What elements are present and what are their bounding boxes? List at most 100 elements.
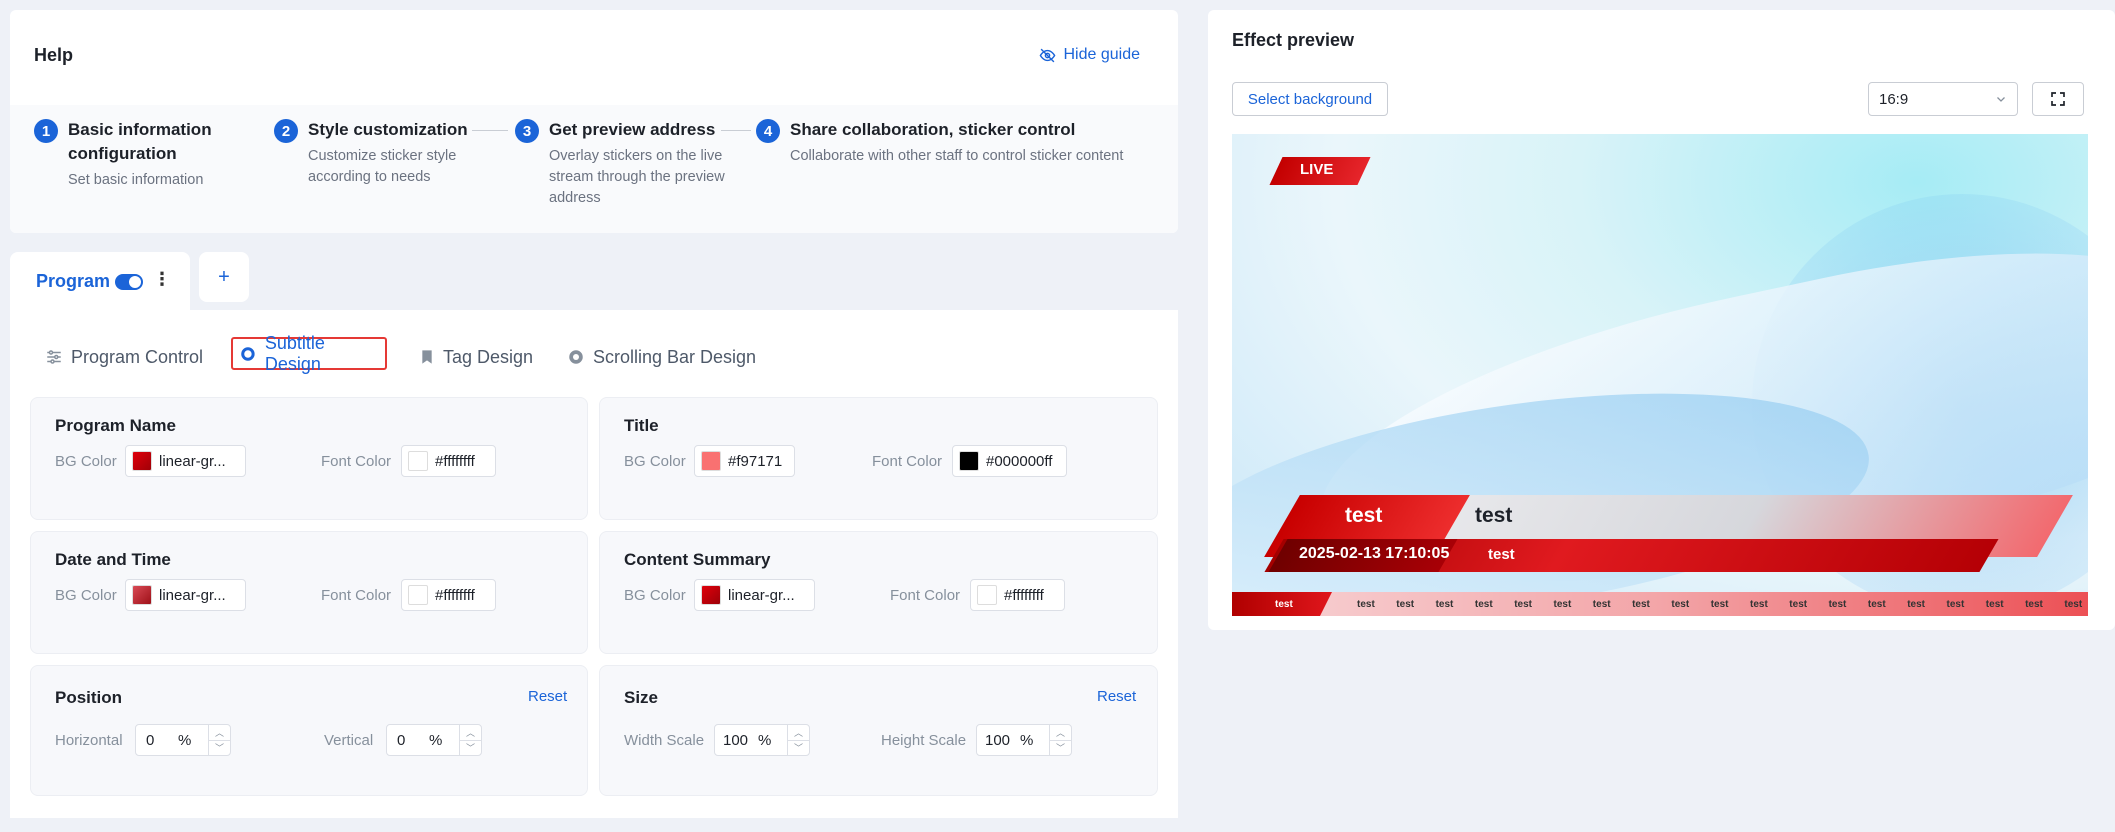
scrolling-bar-item: test — [1710, 599, 1729, 610]
step-description-line3: address — [549, 190, 601, 206]
section-title: Title — [624, 416, 659, 435]
chevron-down-icon[interactable]: ﹀ — [788, 741, 809, 756]
step-description-line1: Customize sticker style — [308, 148, 457, 164]
number-stepper[interactable]: ︿ ﹀ — [787, 725, 809, 755]
number-stepper[interactable]: ︿ ﹀ — [208, 725, 230, 755]
step-connector — [472, 130, 508, 131]
step-1: 1 Basic information configuration Set ba… — [34, 118, 244, 191]
add-program-button[interactable]: + — [199, 252, 249, 302]
tab-label: Scrolling Bar Design — [593, 346, 757, 367]
tab-program[interactable]: Program ⋮ — [10, 252, 190, 312]
hide-guide-button[interactable]: Hide guide — [1039, 46, 1140, 64]
aspect-ratio-select[interactable]: 16:9 — [1868, 82, 2018, 116]
step-title: Get preview address — [549, 120, 716, 139]
color-swatch — [408, 451, 428, 471]
aspect-ratio-value: 16:9 — [1879, 90, 1909, 108]
tab-label: Program Control — [71, 346, 204, 367]
more-vertical-icon[interactable]: ⋮ — [153, 269, 171, 290]
step-number: 2 — [274, 119, 298, 143]
chevron-up-icon[interactable]: ︿ — [1050, 725, 1071, 741]
number-stepper[interactable]: ︿ ﹀ — [1049, 725, 1071, 755]
section-date-time: Date and Time BG Color linear-gr... Font… — [30, 531, 588, 654]
font-color-picker[interactable]: #ffffffff — [970, 579, 1065, 611]
step-description-line2: stream through the preview — [549, 169, 725, 185]
chevron-down-icon — [1997, 97, 2005, 102]
step-2: 2 Style customization Customize sticker … — [274, 118, 468, 188]
tab-program-control[interactable]: Program Control — [45, 341, 203, 373]
scrolling-bar-item: test — [1750, 599, 1768, 610]
font-color-label: Font Color — [321, 587, 392, 604]
section-title: Position — [55, 688, 123, 707]
subtitle-program-name: test — [1345, 504, 1383, 527]
input-value: 0 — [397, 732, 406, 749]
step-description: Collaborate with other staff to control … — [790, 148, 1124, 164]
horizontal-label: Horizontal — [55, 732, 123, 749]
step-description-line2: according to needs — [308, 169, 431, 185]
reset-size-button[interactable]: Reset — [1097, 688, 1136, 705]
number-stepper[interactable]: ︿ ﹀ — [459, 725, 481, 755]
reset-position-button[interactable]: Reset — [528, 688, 567, 705]
scrolling-bar-item: test — [1474, 599, 1493, 610]
step-title-line2: configuration — [68, 144, 177, 163]
color-swatch — [132, 585, 152, 605]
vertical-input[interactable]: 0 % ︿ ﹀ — [386, 724, 482, 756]
chevron-up-icon[interactable]: ︿ — [209, 725, 230, 741]
help-panel: Help Hide guide 1 Basic information conf… — [10, 10, 1178, 233]
fullscreen-icon — [2051, 92, 2065, 106]
scrolling-bar-item: test — [1985, 599, 2004, 610]
chevron-up-icon[interactable]: ︿ — [460, 725, 481, 741]
color-swatch — [408, 585, 428, 605]
font-color-picker[interactable]: #000000ff — [952, 445, 1067, 477]
input-value: 100 — [723, 732, 749, 749]
color-value: #f97171 — [728, 452, 783, 470]
scrolling-bar-item: test — [1789, 599, 1808, 610]
color-swatch — [977, 585, 997, 605]
width-scale-label: Width Scale — [624, 732, 705, 749]
subtitle-design-icon — [241, 346, 255, 361]
preview-stage: LIVE test test 2025-02-13 17:10:05 test … — [1232, 134, 2088, 616]
subtitle-datetime: 2025-02-13 17:10:05 — [1299, 545, 1450, 562]
step-title-line1: Basic information — [68, 120, 212, 139]
scrolling-bar-item: test — [1435, 599, 1454, 610]
height-scale-input[interactable]: 100 % ︿ ﹀ — [976, 724, 1072, 756]
color-swatch — [132, 451, 152, 471]
fullscreen-button[interactable] — [2032, 82, 2084, 116]
scrolling-bar-item: test — [1632, 599, 1650, 610]
preview-title: Effect preview — [1232, 30, 1355, 50]
color-value: #ffffffff — [435, 452, 475, 470]
scrolling-bar-item: test — [2025, 599, 2043, 610]
bg-color-label: BG Color — [624, 453, 686, 470]
scrolling-bar-item: test — [2064, 599, 2083, 610]
color-swatch — [959, 451, 979, 471]
scrolling-bar-item: test — [1514, 599, 1532, 610]
live-badge-text: LIVE — [1300, 161, 1334, 178]
tab-scrolling-bar-design[interactable]: Scrolling Bar Design — [567, 341, 756, 373]
bg-color-picker[interactable]: #f97171 — [694, 445, 795, 477]
font-color-picker[interactable]: #ffffffff — [401, 579, 496, 611]
tab-tag-design[interactable]: Tag Design — [419, 341, 533, 373]
program-toggle[interactable] — [115, 274, 143, 290]
section-content-summary: Content Summary BG Color linear-gr... Fo… — [599, 531, 1158, 654]
chevron-down-icon[interactable]: ﹀ — [460, 741, 481, 756]
section-title: Date and Time — [55, 550, 171, 569]
chevron-down-icon[interactable]: ﹀ — [209, 741, 230, 756]
chevron-down-icon[interactable]: ﹀ — [1050, 741, 1071, 756]
section-title-style: Title BG Color #f97171 Font Color #00000… — [599, 397, 1158, 520]
horizontal-input[interactable]: 0 % ︿ ﹀ — [135, 724, 231, 756]
chevron-up-icon[interactable]: ︿ — [788, 725, 809, 741]
tab-subtitle-design[interactable]: Subtitle Design — [231, 333, 387, 374]
input-value: 100 — [985, 732, 1011, 749]
scrolling-bar-item: test — [1396, 599, 1415, 610]
width-scale-input[interactable]: 100 % ︿ ﹀ — [714, 724, 810, 756]
bg-color-picker[interactable]: linear-gr... — [125, 445, 246, 477]
font-color-picker[interactable]: #ffffffff — [401, 445, 496, 477]
bg-color-picker[interactable]: linear-gr... — [694, 579, 815, 611]
scrolling-bar-item: test — [1946, 599, 1965, 610]
tab-program-label: Program — [36, 271, 111, 291]
color-value: linear-gr... — [159, 586, 226, 604]
step-number: 3 — [515, 119, 539, 143]
select-background-button[interactable]: Select background — [1232, 82, 1388, 116]
bg-color-picker[interactable]: linear-gr... — [125, 579, 246, 611]
sliders-icon — [47, 350, 61, 364]
section-position: Position Reset Horizontal 0 % ︿ ﹀ Vertic… — [30, 665, 588, 796]
